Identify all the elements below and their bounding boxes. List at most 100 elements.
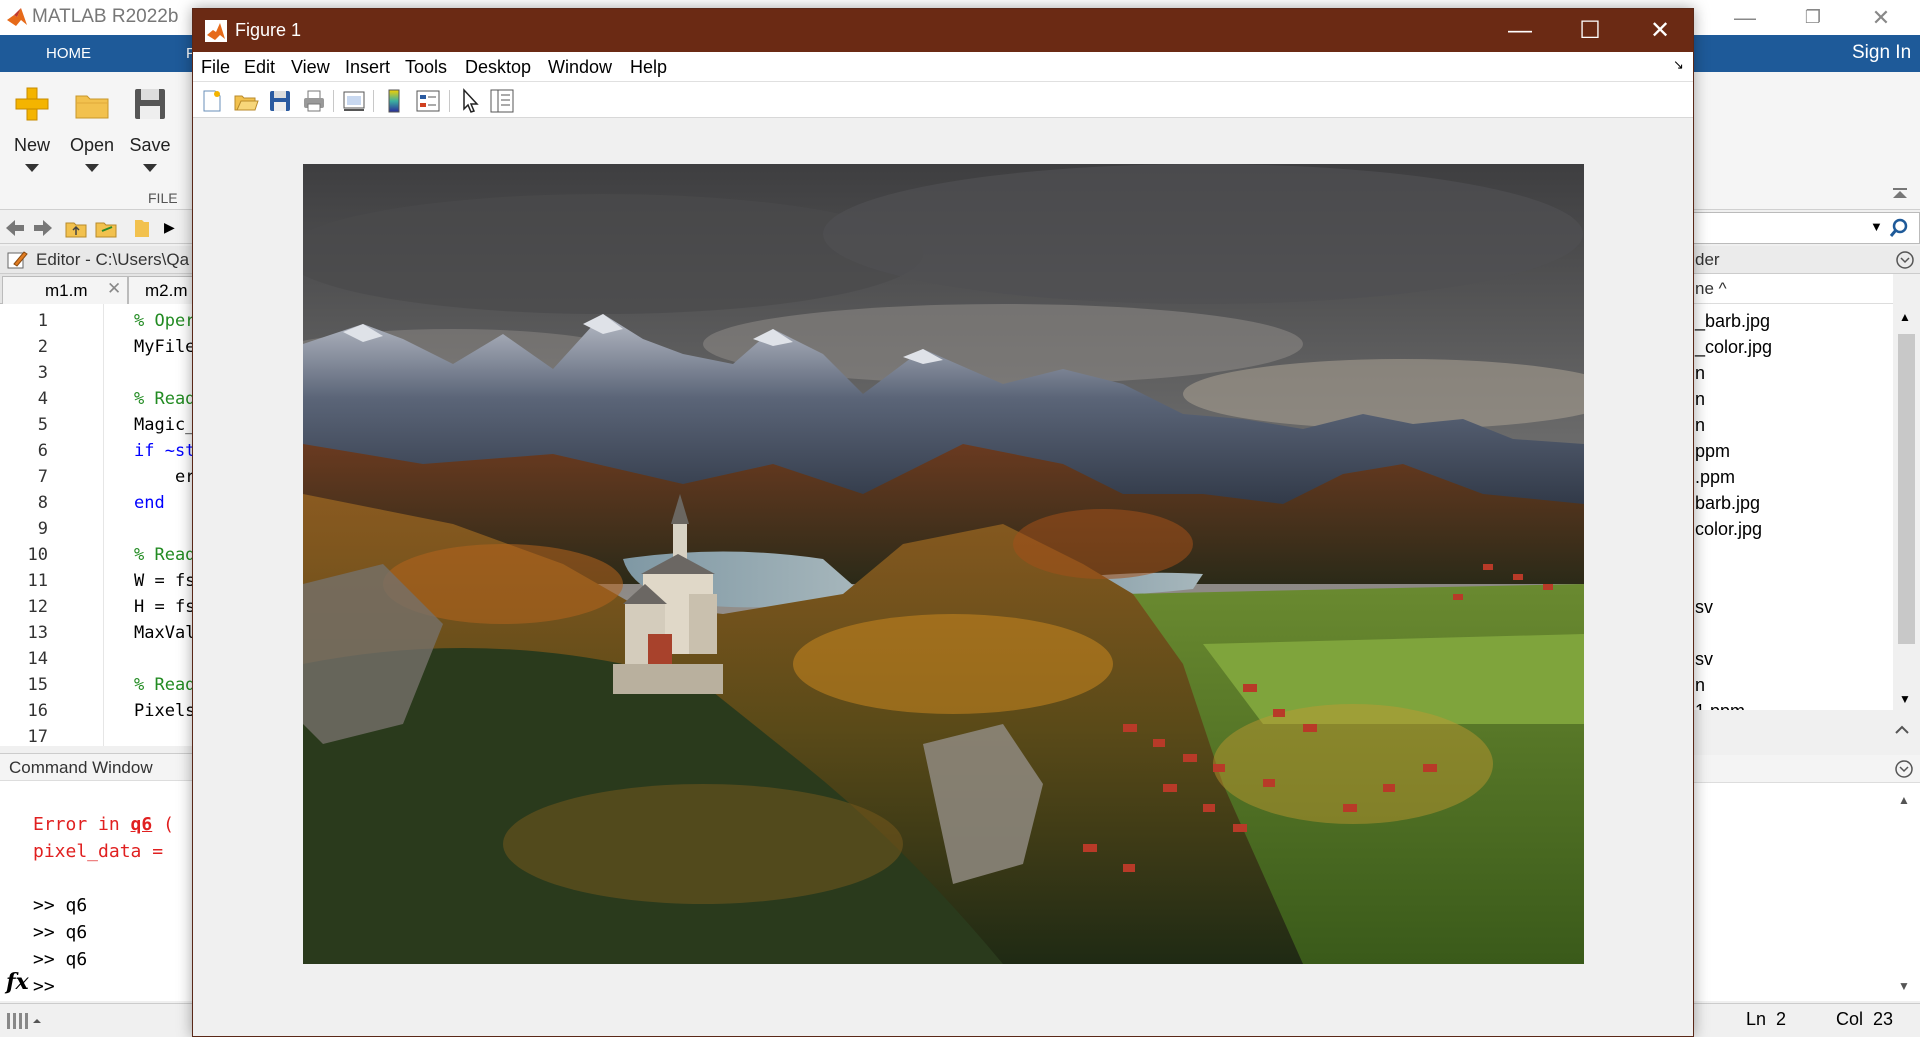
file-list-item[interactable]: _color.jpg xyxy=(1695,334,1772,360)
command-window[interactable]: Error in q6 ( pixel_data = >> q6 >> q6 >… xyxy=(0,781,195,1001)
col-label: Col xyxy=(1836,1009,1864,1029)
restore-button[interactable]: ❐ xyxy=(1784,0,1842,35)
line-number: 2 xyxy=(37,337,48,357)
browse-folder-icon[interactable] xyxy=(94,217,118,239)
status-resize-grip-icon[interactable] xyxy=(6,1011,42,1031)
legend-icon[interactable] xyxy=(415,88,441,114)
save-figure-icon[interactable] xyxy=(267,88,293,114)
file-list-item[interactable]: color.jpg xyxy=(1695,516,1762,542)
file-list-item[interactable]: n xyxy=(1695,360,1705,386)
figure-minimize-button[interactable]: — xyxy=(1485,9,1555,52)
function-browser-icon[interactable]: fx xyxy=(6,969,29,995)
code-line: % Read xyxy=(134,389,196,409)
figure-window[interactable]: Figure 1 — ☐ ✕ File Edit View Insert Too… xyxy=(192,8,1694,1037)
scroll-down-icon[interactable]: ▼ xyxy=(1899,692,1911,706)
menu-window[interactable]: Window xyxy=(548,57,612,78)
figure-toolbar xyxy=(193,82,1693,118)
line-number: 5 xyxy=(37,415,48,435)
code-line: end xyxy=(134,493,165,513)
scroll-down-icon[interactable]: ▼ xyxy=(1898,979,1910,993)
open-button[interactable]: Open xyxy=(63,84,121,172)
back-arrow-icon[interactable] xyxy=(4,218,26,238)
line-number: 15 xyxy=(27,675,48,695)
file-list-item[interactable]: sv xyxy=(1695,646,1713,672)
dock-figure-icon[interactable]: ↘ xyxy=(1673,57,1684,73)
menu-help[interactable]: Help xyxy=(630,57,667,78)
workspace-titlebar xyxy=(1693,755,1920,783)
new-figure-icon[interactable] xyxy=(199,88,225,114)
tab-home[interactable]: HOME xyxy=(24,35,113,72)
ribbon-group-label-file: FILE xyxy=(148,190,178,206)
menu-insert[interactable]: Insert xyxy=(345,57,390,78)
panel-actions-icon[interactable] xyxy=(1894,759,1914,779)
current-folder-path-input[interactable]: ▼ xyxy=(1693,212,1920,244)
editor-title: Editor - C:\Users\Qa xyxy=(36,250,190,269)
tab-m2-label: m2.m xyxy=(145,281,188,300)
panel-actions-icon[interactable] xyxy=(1895,250,1915,270)
error-suffix: ( xyxy=(152,814,174,835)
figure-titlebar[interactable]: Figure 1 — ☐ ✕ xyxy=(193,9,1693,52)
file-list-scrollbar[interactable]: ▲ ▼ xyxy=(1893,304,1920,710)
error-line: Error in q6 ( xyxy=(33,811,174,838)
file-list-item[interactable]: _barb.jpg xyxy=(1695,308,1770,334)
menu-file[interactable]: File xyxy=(201,57,230,78)
scroll-up-icon[interactable]: ▲ xyxy=(1898,793,1910,807)
figure-close-button[interactable]: ✕ xyxy=(1625,9,1695,52)
tab-m1[interactable]: m1.m ✕ xyxy=(2,276,128,304)
file-list-item[interactable]: n xyxy=(1695,672,1705,698)
status-col-label: Col 23 xyxy=(1836,1009,1893,1030)
select-arrow-icon[interactable] xyxy=(457,88,483,114)
line-number: 10 xyxy=(27,545,48,565)
file-list-item[interactable]: ppm xyxy=(1695,438,1730,464)
chevron-down-icon[interactable]: ▼ xyxy=(1870,219,1883,234)
chevron-up-icon[interactable] xyxy=(1892,720,1912,740)
file-list-item[interactable]: 1.ppm xyxy=(1695,698,1745,710)
line-number: 16 xyxy=(27,701,48,721)
file-list-item[interactable]: barb.jpg xyxy=(1695,490,1760,516)
close-tab-icon[interactable]: ✕ xyxy=(107,279,121,299)
close-button[interactable]: ✕ xyxy=(1852,0,1910,35)
menu-edit[interactable]: Edit xyxy=(244,57,275,78)
line-number: 6 xyxy=(37,441,48,461)
code-line: W = fs xyxy=(134,571,196,591)
forward-arrow-icon[interactable] xyxy=(32,218,54,238)
new-button[interactable]: New xyxy=(3,84,61,172)
figure-menubar: File Edit View Insert Tools Desktop Wind… xyxy=(193,52,1693,82)
minimize-button[interactable]: — xyxy=(1716,0,1774,35)
open-file-icon[interactable] xyxy=(233,88,259,114)
property-inspector-icon[interactable] xyxy=(489,88,515,114)
collapse-toolstrip-icon[interactable] xyxy=(1890,184,1910,204)
file-list-item[interactable]: n xyxy=(1695,386,1705,412)
code-line: % Read xyxy=(134,545,196,565)
sign-in-link[interactable]: Sign In xyxy=(1852,42,1911,64)
current-folder-titlebar: der xyxy=(1693,246,1920,274)
colorbar-icon[interactable] xyxy=(381,88,407,114)
save-button[interactable]: Save xyxy=(121,84,179,172)
editor-pencil-icon xyxy=(7,251,28,269)
link-plot-icon[interactable] xyxy=(341,88,367,114)
figure-title: Figure 1 xyxy=(235,20,302,40)
code-editor[interactable]: 1 2 3 4 5 6 7 8 9 10 11 12 13 14 15 16 17 % Oper MyFile% … xyxy=(0,304,196,747)
status-line-label: Ln 2 xyxy=(1746,1009,1786,1030)
name-column-header[interactable]: ne ^ xyxy=(1695,279,1727,299)
print-icon[interactable] xyxy=(301,88,327,114)
scrollbar-thumb[interactable] xyxy=(1898,334,1915,644)
toolbar-separator xyxy=(333,90,334,112)
line-number: 13 xyxy=(27,623,48,643)
file-list-item[interactable]: .ppm xyxy=(1695,464,1735,490)
error-link[interactable]: q6 xyxy=(131,814,153,835)
menu-desktop[interactable]: Desktop xyxy=(465,57,531,78)
toolbar-separator xyxy=(373,90,374,112)
menu-view[interactable]: View xyxy=(291,57,330,78)
menu-tools[interactable]: Tools xyxy=(405,57,447,78)
up-folder-icon[interactable] xyxy=(64,217,88,239)
command-prompt[interactable]: >> xyxy=(33,973,55,1000)
file-list-item[interactable]: n xyxy=(1695,412,1705,438)
code-line: H = fs xyxy=(134,597,196,617)
file-list-header[interactable]: ne ^ xyxy=(1693,274,1893,304)
figure-maximize-button[interactable]: ☐ xyxy=(1555,9,1625,52)
history-line: >> q6 xyxy=(33,895,88,916)
search-icon[interactable] xyxy=(1888,217,1910,239)
file-list-item[interactable]: sv xyxy=(1695,594,1713,620)
scroll-up-icon[interactable]: ▲ xyxy=(1899,310,1911,324)
